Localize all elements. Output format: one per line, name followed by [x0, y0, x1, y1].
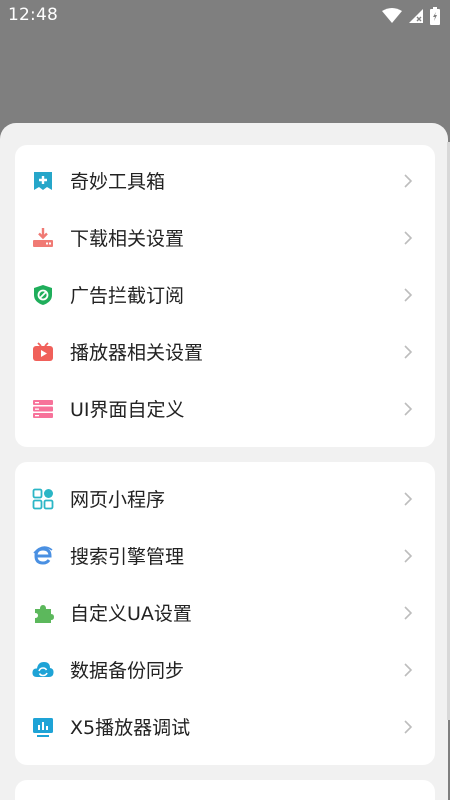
menu-item-ad-block-subscription[interactable]: 广告拦截订阅	[15, 266, 435, 323]
menu-item-x5-player-debug[interactable]: X5播放器调试	[15, 698, 435, 755]
menu-label: 下载相关设置	[70, 228, 185, 250]
menu-item-toolbox[interactable]: 奇妙工具箱	[15, 152, 435, 209]
menu-label: 奇妙工具箱	[70, 171, 166, 193]
menu-label: 网页小程序	[70, 489, 166, 511]
chevron-right-icon	[404, 548, 413, 563]
ad-block-shield-icon	[32, 284, 54, 306]
settings-group-1: 奇妙工具箱 下载相关设置 广告拦截订阅 播放器相关设置 UI界面自定义	[15, 145, 435, 447]
chevron-right-icon	[404, 287, 413, 302]
mini-program-grid-icon	[32, 488, 54, 510]
menu-label: X5播放器调试	[70, 717, 191, 739]
chevron-right-icon	[404, 401, 413, 416]
menu-item-custom-ua[interactable]: 自定义UA设置	[15, 584, 435, 641]
wifi-icon	[382, 8, 402, 23]
monitor-chart-icon	[32, 716, 54, 738]
ui-layout-icon	[32, 398, 54, 420]
chevron-right-icon	[404, 719, 413, 734]
menu-label: 数据备份同步	[70, 660, 185, 682]
battery-icon	[430, 7, 440, 25]
signal-icon	[409, 9, 423, 23]
status-time: 12:48	[8, 5, 58, 25]
chevron-right-icon	[404, 605, 413, 620]
menu-item-ui-customize[interactable]: UI界面自定义	[15, 380, 435, 437]
puzzle-icon	[32, 602, 54, 624]
tv-player-icon	[32, 341, 54, 363]
menu-label: 播放器相关设置	[70, 342, 204, 364]
toolbox-icon	[32, 170, 54, 192]
chevron-right-icon	[404, 491, 413, 506]
chevron-right-icon	[404, 173, 413, 188]
chevron-right-icon	[404, 662, 413, 677]
search-engine-e-icon	[32, 545, 54, 567]
settings-group-3	[15, 780, 435, 800]
chevron-right-icon	[404, 344, 413, 359]
cloud-sync-icon	[32, 659, 54, 681]
menu-label: 广告拦截订阅	[70, 285, 185, 307]
chevron-right-icon	[404, 230, 413, 245]
download-icon	[32, 227, 54, 249]
menu-item-search-engine-manage[interactable]: 搜索引擎管理	[15, 527, 435, 584]
menu-label: UI界面自定义	[70, 399, 185, 421]
menu-item-player-settings[interactable]: 播放器相关设置	[15, 323, 435, 380]
status-icons	[382, 7, 440, 25]
menu-label: 搜索引擎管理	[70, 546, 185, 568]
settings-group-2: 网页小程序 搜索引擎管理 自定义UA设置 数据备份同步 X5播放器调试	[15, 462, 435, 765]
menu-item-download-settings[interactable]: 下载相关设置	[15, 209, 435, 266]
menu-label: 自定义UA设置	[70, 603, 192, 625]
menu-item-data-backup-sync[interactable]: 数据备份同步	[15, 641, 435, 698]
status-bar: 12:48	[0, 0, 450, 32]
menu-item-web-mini-programs[interactable]: 网页小程序	[15, 470, 435, 527]
